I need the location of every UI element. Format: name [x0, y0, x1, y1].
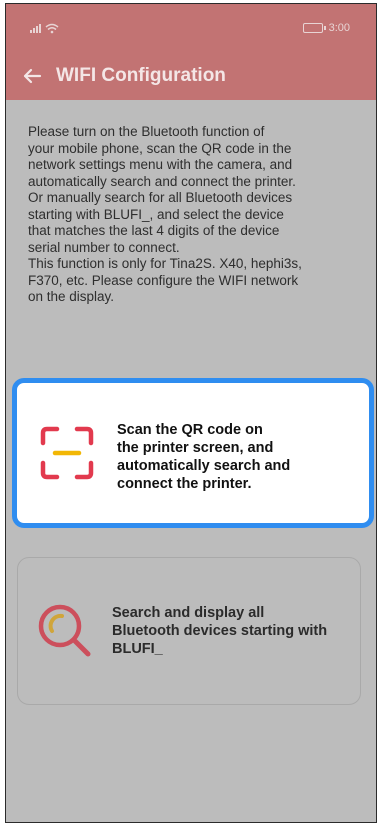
app-bar: 3:00 WIFI Configuration [6, 4, 376, 100]
search-devices-option[interactable]: Search and display all Bluetooth devices… [17, 557, 361, 705]
scan-qr-option[interactable]: Scan the QR code on the printer screen, … [12, 378, 374, 528]
instructions-text: Please turn on the Bluetooth function of… [28, 124, 302, 304]
search-icon [38, 604, 91, 657]
status-signal [28, 22, 62, 37]
page-title: WIFI Configuration [56, 65, 226, 86]
battery-icon [302, 23, 326, 33]
search-option-label: Search and display all Bluetooth devices… [112, 605, 328, 657]
scan-option-label: Scan the QR code on the printer screen, … [117, 422, 291, 492]
signal-wifi-icon [28, 23, 62, 37]
status-right: 3:00 [302, 22, 350, 34]
back-arrow-icon[interactable] [20, 64, 44, 88]
status-time: 3:00 [328, 22, 350, 34]
qr-scan-icon [40, 426, 94, 480]
phone-screen: 3:00 WIFI Configuration Please turn on t… [5, 3, 377, 823]
